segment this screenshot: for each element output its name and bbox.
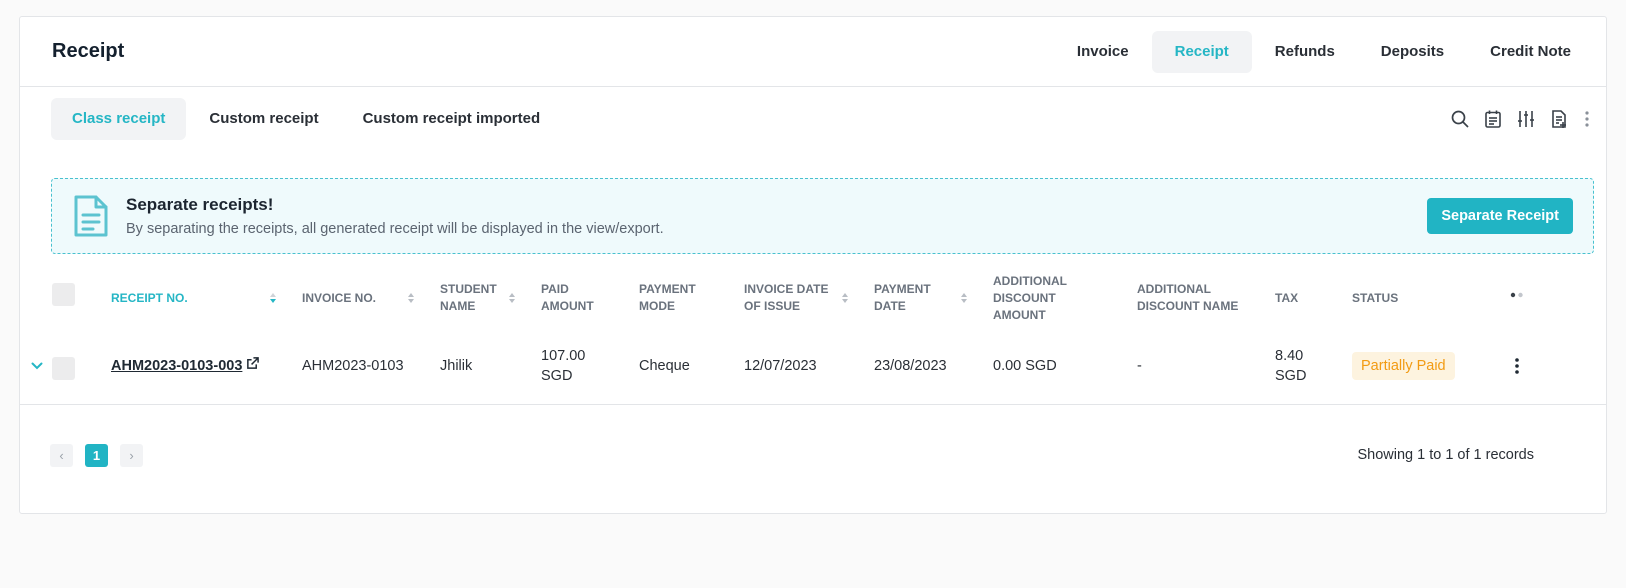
separate-receipts-banner: Separate receipts! By separating the rec…: [51, 178, 1594, 254]
calendar-icon[interactable]: [1483, 109, 1503, 129]
cell-student-name: Jhilik: [440, 357, 473, 374]
tab-receipt[interactable]: Receipt: [1151, 30, 1252, 73]
sort-icon[interactable]: [407, 292, 415, 304]
cell-status: Partially Paid: [1352, 343, 1492, 388]
cell-payment-date: 23/08/2023: [874, 357, 947, 374]
page-1-button[interactable]: 1: [85, 444, 108, 467]
cell-invoice-no: AHM2023-0103: [302, 357, 404, 374]
document-icon: [74, 195, 108, 237]
sort-icon[interactable]: [841, 292, 849, 304]
cell-payment-mode: Cheque: [639, 357, 690, 374]
export-document-icon[interactable]: [1549, 109, 1569, 129]
col-student-name[interactable]: STUDENT NAME: [440, 253, 500, 343]
cell-additional-discount-name: -: [1137, 357, 1142, 374]
receipt-no-link[interactable]: AHM2023-0103-003: [111, 356, 242, 376]
card-header: Receipt Invoice Receipt Refunds Deposits…: [20, 17, 1606, 87]
cell-receipt-no: AHM2023-0103-003: [111, 343, 291, 388]
sort-active-icon[interactable]: [269, 292, 277, 304]
tab-credit-note[interactable]: Credit Note: [1467, 31, 1594, 73]
search-icon[interactable]: [1450, 109, 1470, 129]
more-vertical-icon[interactable]: [1582, 109, 1592, 129]
table-header: RECEIPT NO. INVOICE NO. STUDENT NAME PAI…: [0, 253, 1626, 343]
col-payment-date[interactable]: PAYMENT DATE: [874, 253, 944, 343]
subtab-custom-receipt-imported[interactable]: Custom receipt imported: [342, 98, 562, 140]
row-checkbox[interactable]: [52, 357, 75, 380]
row-divider: [20, 404, 1606, 405]
toolbar: [1450, 109, 1592, 129]
col-invoice-date[interactable]: INVOICE DATE OF ISSUE: [744, 253, 836, 343]
cell-tax: 8.40 SGD: [1275, 347, 1307, 384]
cell-additional-discount-amount: 0.00 SGD: [993, 357, 1057, 374]
separate-receipt-button[interactable]: Separate Receipt: [1427, 198, 1573, 234]
prev-page-button[interactable]: ‹: [50, 444, 73, 467]
col-tax: TAX: [1275, 290, 1299, 305]
cell-paid-amount: 107.00 SGD: [541, 347, 586, 384]
subtab-custom-receipt[interactable]: Custom receipt: [188, 98, 339, 140]
banner-title: Separate receipts!: [126, 195, 274, 214]
status-badge: Partially Paid: [1352, 351, 1455, 380]
col-status: STATUS: [1352, 290, 1399, 305]
top-tabs: Invoice Receipt Refunds Deposits Credit …: [1054, 30, 1594, 73]
column-settings-icon[interactable]: [1510, 292, 1524, 298]
chevron-down-icon[interactable]: [31, 362, 43, 370]
sort-icon[interactable]: [960, 292, 968, 304]
pagination: ‹ 1 ›: [50, 444, 143, 467]
col-paid-amount: PAID AMOUNT: [541, 282, 594, 313]
banner-description: By separating the receipts, all generate…: [126, 221, 664, 237]
row-actions-icon[interactable]: [1514, 357, 1520, 375]
sub-tabs: Class receipt Custom receipt Custom rece…: [51, 98, 563, 140]
records-summary: Showing 1 to 1 of 1 records: [1357, 447, 1534, 463]
col-additional-discount-name: ADDITIONAL DISCOUNT NAME: [1137, 282, 1239, 313]
next-page-button[interactable]: ›: [120, 444, 143, 467]
subtab-class-receipt[interactable]: Class receipt: [51, 98, 187, 140]
col-additional-discount-amount: ADDITIONAL DISCOUNT AMOUNT: [993, 273, 1067, 322]
sub-tab-row: Class receipt Custom receipt Custom rece…: [51, 98, 1594, 140]
col-receipt-no[interactable]: RECEIPT NO.: [111, 253, 261, 343]
table-row: AHM2023-0103-003 AHM2023-0103 Jhilik 107…: [0, 343, 1626, 388]
col-invoice-no[interactable]: INVOICE NO.: [302, 253, 402, 343]
filter-sliders-icon[interactable]: [1516, 109, 1536, 129]
external-link-icon[interactable]: [246, 357, 260, 370]
cell-invoice-date: 12/07/2023: [744, 357, 817, 374]
banner-text: Separate receipts! By separating the rec…: [126, 195, 1427, 237]
tab-invoice[interactable]: Invoice: [1054, 31, 1152, 73]
page-title: Receipt: [52, 40, 125, 62]
sort-icon[interactable]: [508, 292, 516, 304]
select-all-checkbox[interactable]: [52, 283, 75, 306]
tab-deposits[interactable]: Deposits: [1358, 31, 1467, 73]
tab-refunds[interactable]: Refunds: [1252, 31, 1358, 73]
col-payment-mode: PAYMENT MODE: [639, 282, 696, 313]
